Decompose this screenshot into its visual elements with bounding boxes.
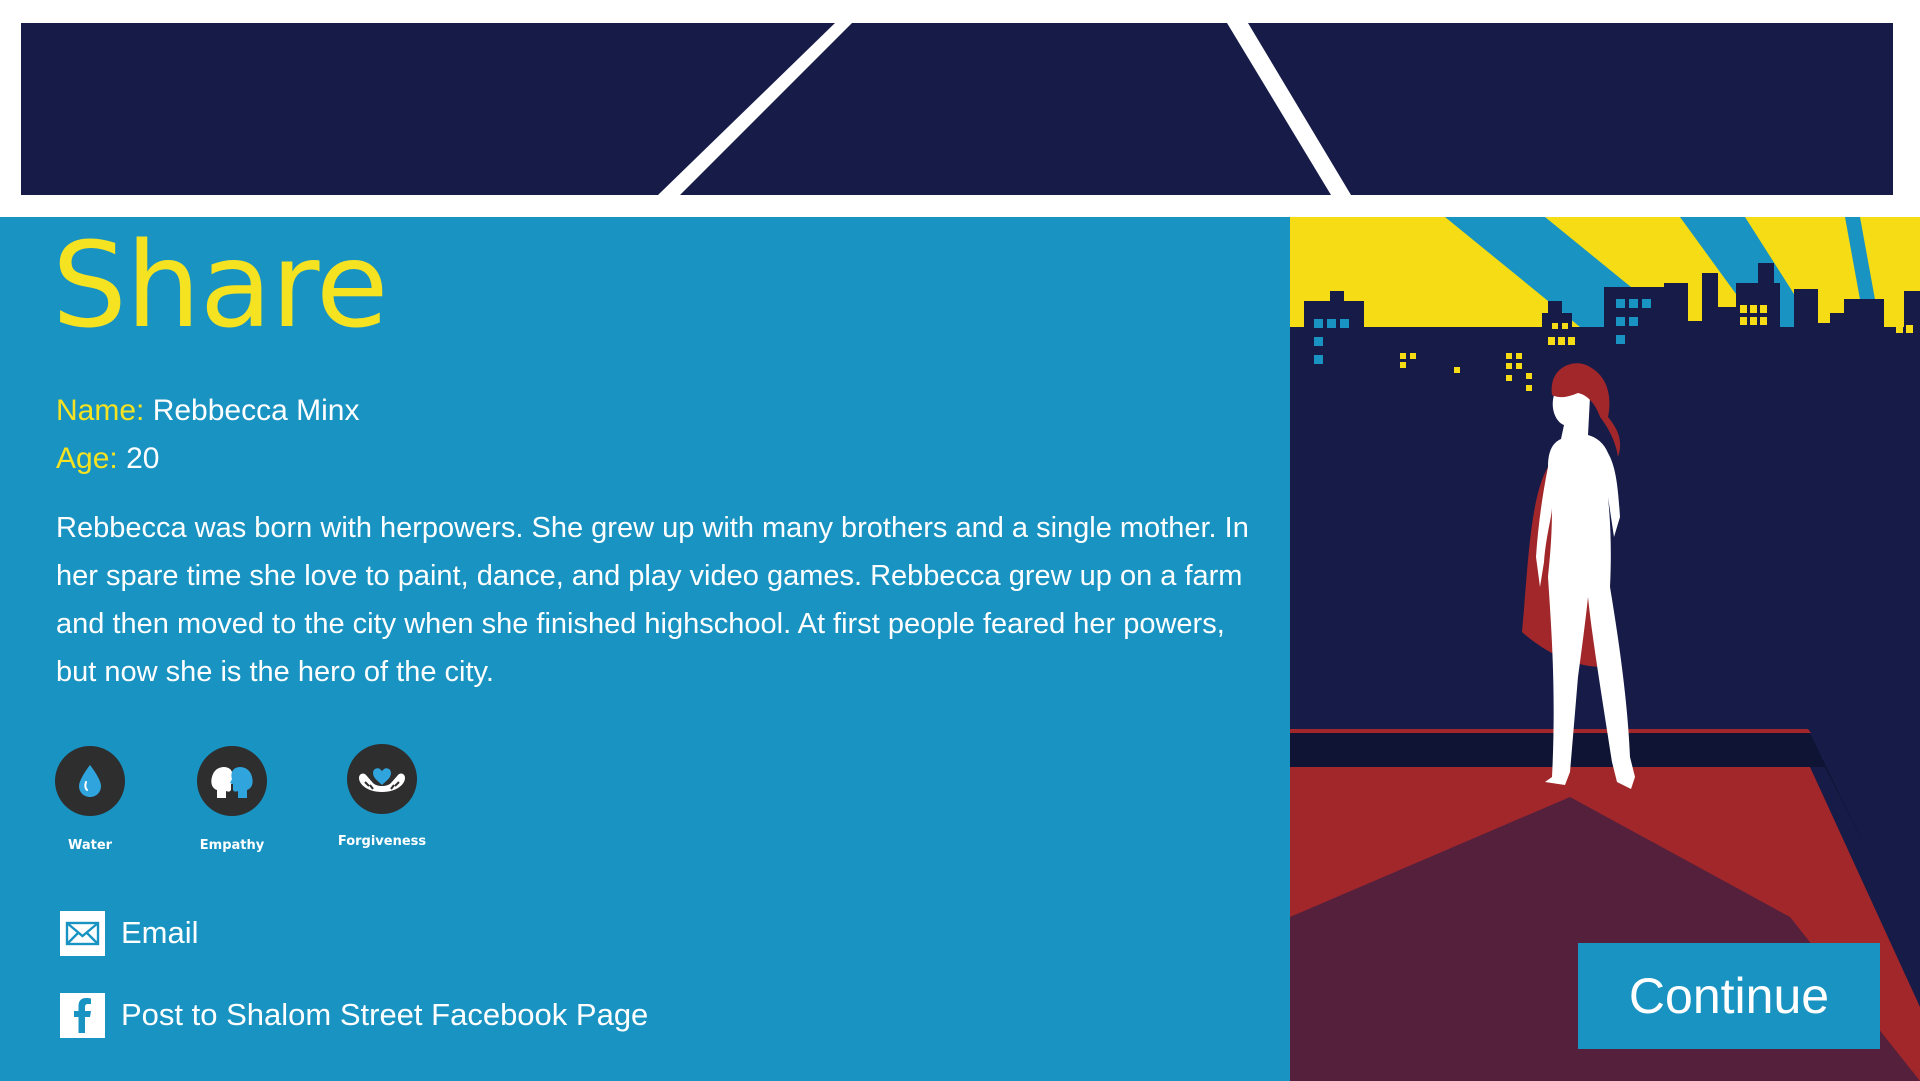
name-row: Name: Rebbecca Minx [56, 396, 359, 426]
continue-button[interactable]: Continue [1578, 943, 1880, 1049]
heart-hands-icon [347, 744, 417, 814]
water-drop-icon [55, 746, 125, 816]
name-value: Rebbecca Minx [152, 394, 360, 427]
empathy-heads-icon [197, 746, 267, 816]
power-label: Forgiveness [337, 834, 427, 849]
power-label: Water [67, 838, 113, 853]
envelope-icon [60, 910, 105, 956]
power-water: Water [30, 746, 150, 853]
email-share-button[interactable]: Email [60, 910, 199, 956]
facebook-label: Post to Shalom Street Facebook Page [121, 997, 649, 1032]
name-label: Name: [56, 394, 145, 427]
page-title: Share [52, 216, 389, 354]
power-forgiveness: Forgiveness [322, 744, 442, 849]
email-label: Email [121, 915, 199, 950]
age-row: Age: 20 [56, 444, 159, 474]
power-empathy: Empathy [172, 746, 292, 853]
age-label: Age: [56, 442, 118, 475]
age-value: 20 [126, 442, 160, 475]
facebook-share-button[interactable]: Post to Shalom Street Facebook Page [60, 992, 648, 1038]
comic-panel-right [1248, 23, 1893, 195]
power-label: Empathy [199, 838, 265, 853]
rooftop-edge [1290, 729, 1811, 733]
character-bio: Rebbecca was born with herpowers. She gr… [56, 512, 1249, 688]
facebook-icon [60, 992, 105, 1038]
comic-panels-graphic [21, 23, 1893, 195]
comic-panel-banner [0, 0, 1920, 217]
